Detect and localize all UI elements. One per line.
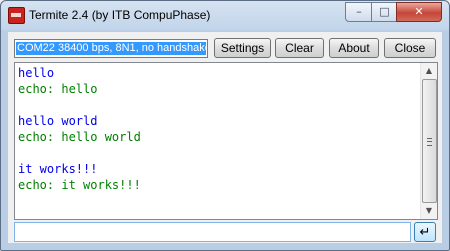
scroll-down-icon[interactable]: ▼ — [422, 203, 436, 218]
title-bar[interactable]: Termite 2.4 (by ITB CompuPhase) – □ ✕ — [1, 1, 449, 31]
scroll-up-icon[interactable]: ▲ — [422, 63, 436, 78]
clear-button[interactable]: Clear — [275, 38, 324, 58]
output-line: it works!!! — [18, 162, 98, 176]
connection-info-text: COM22 38400 bps, 8N1, no handshake — [16, 42, 206, 55]
output-line: echo: hello world — [18, 130, 141, 144]
output-line: echo: it works!!! — [18, 178, 141, 192]
termite-app-icon[interactable] — [8, 7, 25, 24]
close-button[interactable]: Close — [384, 38, 436, 58]
output-scrollbar[interactable]: ▲ ▼ — [420, 63, 437, 219]
scrollbar-thumb[interactable] — [422, 79, 437, 203]
window-title: Termite 2.4 (by ITB CompuPhase) — [29, 8, 211, 22]
maximize-button[interactable]: □ — [371, 2, 398, 22]
input-row: ↵ — [14, 222, 436, 242]
output-line: hello world — [18, 114, 98, 128]
app-window: Termite 2.4 (by ITB CompuPhase) – □ ✕ CO… — [0, 0, 450, 251]
settings-button[interactable]: Settings — [214, 38, 271, 58]
grip-icon — [427, 138, 432, 146]
output-lines: hello echo: hello hello world echo: hell… — [18, 65, 141, 193]
enter-icon: ↵ — [419, 224, 431, 239]
window-close-button[interactable]: ✕ — [396, 2, 442, 22]
send-button[interactable]: ↵ — [414, 222, 436, 242]
send-input[interactable] — [14, 222, 411, 242]
connection-info-field[interactable]: COM22 38400 bps, 8N1, no handshake — [14, 39, 208, 58]
output-line: hello — [18, 66, 55, 80]
minimize-button[interactable]: – — [345, 2, 373, 22]
terminal-output[interactable]: hello echo: hello hello world echo: hell… — [14, 62, 438, 220]
output-line: echo: hello — [18, 82, 98, 96]
main-panel: COM22 38400 bps, 8N1, no handshake Setti… — [8, 32, 442, 243]
about-button[interactable]: About — [329, 38, 379, 58]
